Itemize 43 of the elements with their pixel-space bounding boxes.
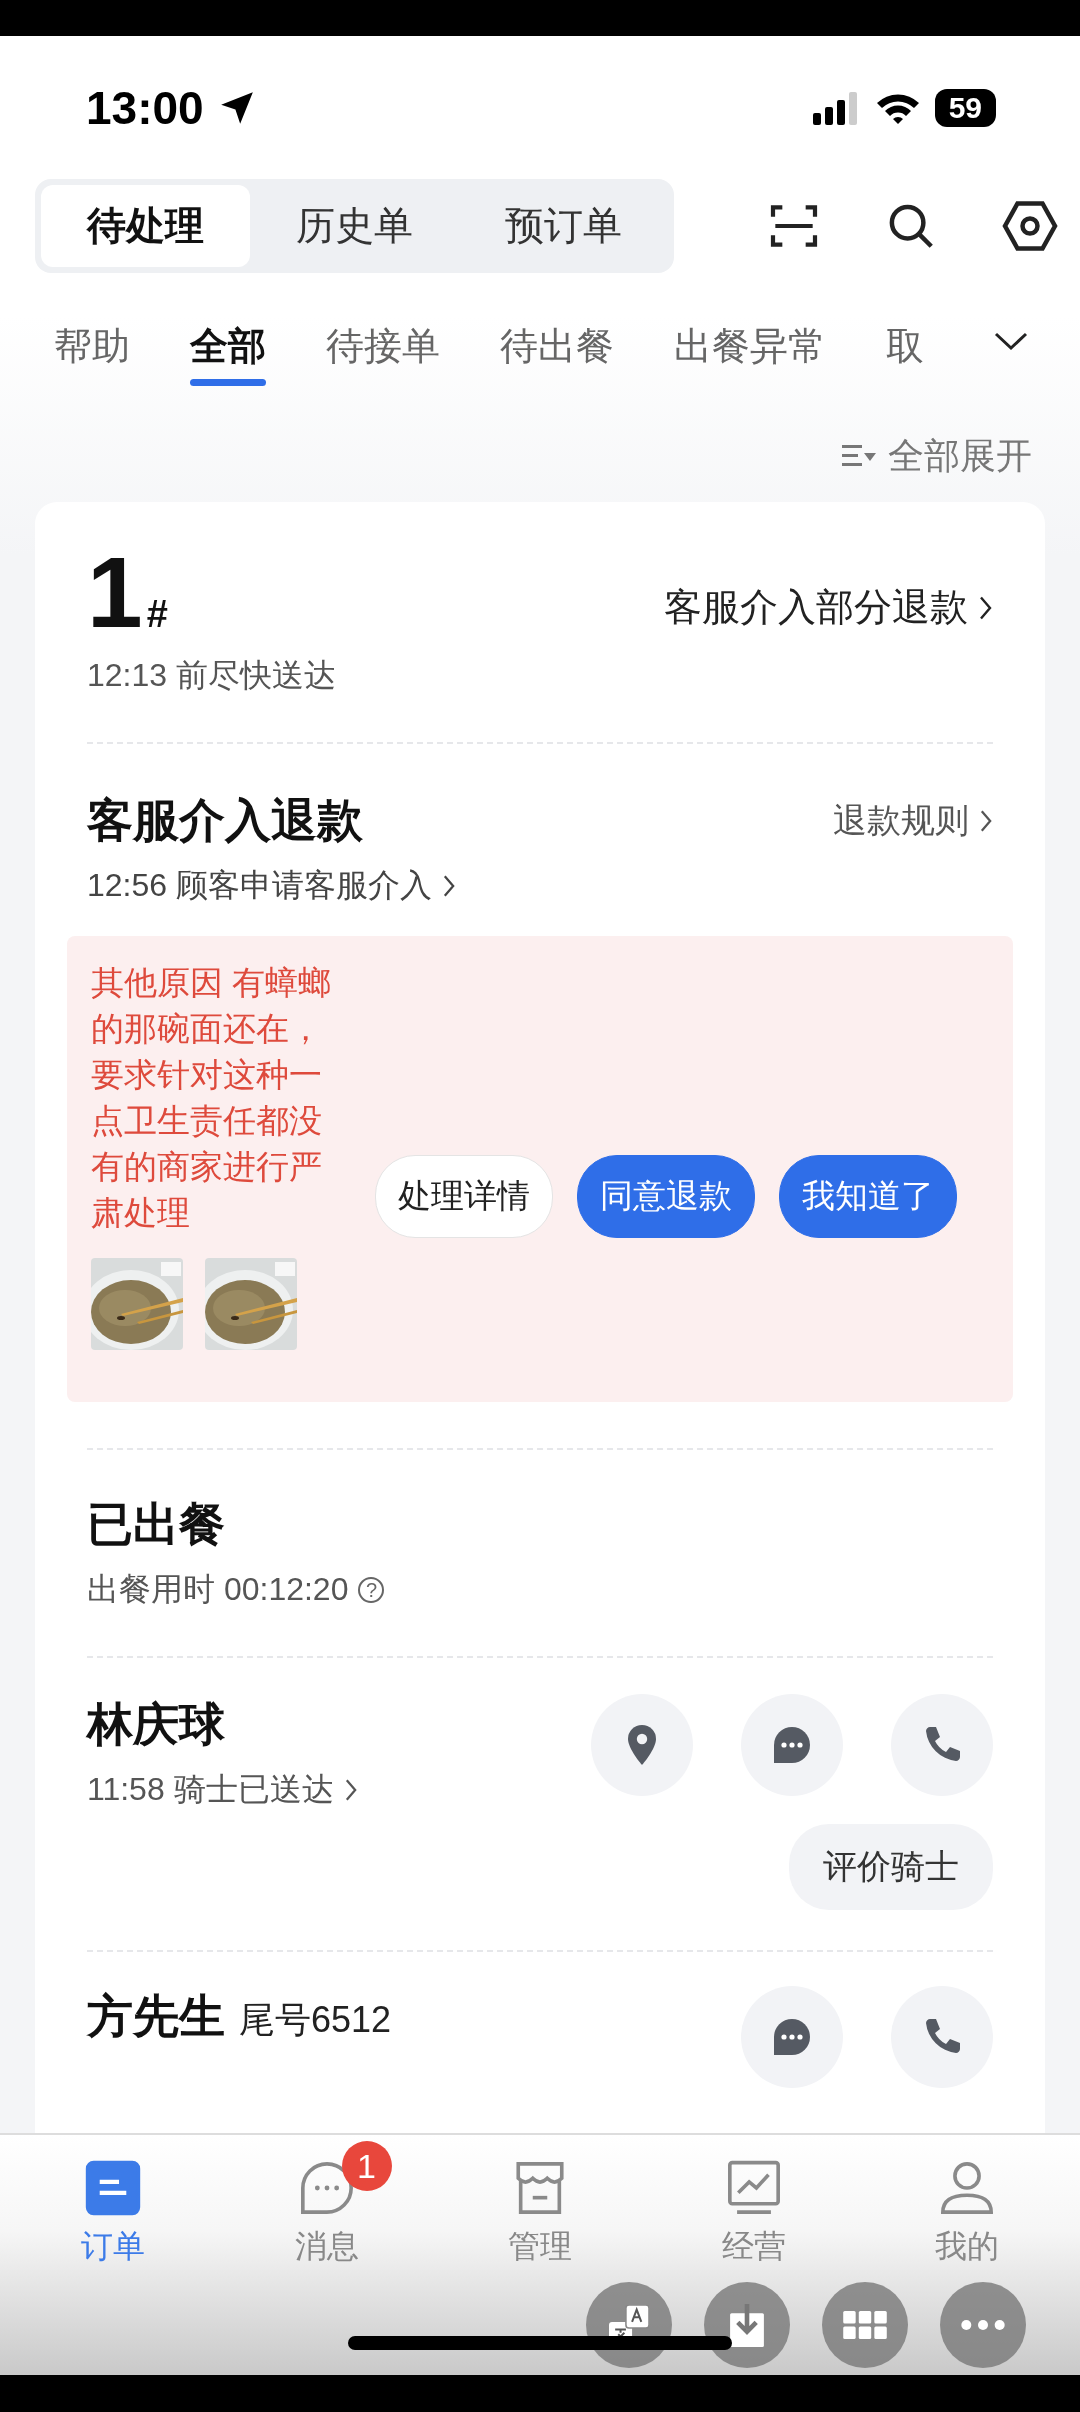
refund-request-link[interactable]: 12:56 顾客申请客服介入 <box>87 864 432 908</box>
section-title: 客服介入退款 <box>87 793 363 848</box>
nav-tab[interactable]: 经营 <box>698 2145 809 2273</box>
refund-reason: 其他原因 有蟑螂的那碗面还在，要求针对这种一点卫生责任都没有的商家进行严肃处理 <box>91 963 333 1233</box>
clock: 13:00 <box>86 81 204 135</box>
customer-name: 方先生 <box>87 1989 225 2044</box>
filter-tab[interactable]: 待接单 <box>326 290 440 392</box>
refund-rules-link[interactable]: 退款规则 <box>833 798 969 844</box>
filter-tab[interactable]: 取 <box>886 290 924 392</box>
section-title: 已出餐 <box>87 1497 226 1552</box>
filter-tab[interactable]: 待出餐 <box>500 290 614 392</box>
person-icon <box>938 2159 996 2217</box>
unread-badge: 1 <box>341 2141 392 2191</box>
list-expand-icon <box>842 443 876 469</box>
grid-icon <box>843 2311 887 2339</box>
rider-name: 林庆球 <box>87 1697 226 1752</box>
filter-tab[interactable]: 帮助 <box>54 290 130 392</box>
meal-prep-time: 出餐用时 00:12:20 <box>87 1570 349 1609</box>
segment-tab[interactable]: 历史单 <box>250 185 459 267</box>
action-button[interactable]: 我知道了 <box>779 1155 957 1238</box>
expand-all-link[interactable]: 全部展开 <box>888 431 1032 481</box>
delivery-deadline: 12:13 前尽快送达 <box>87 656 336 695</box>
download-icon <box>730 2303 764 2347</box>
order-number-sign: # <box>146 593 168 636</box>
filter-tab[interactable]: 出餐异常 <box>674 290 826 392</box>
nav-tab[interactable]: 管理 <box>485 2145 595 2273</box>
details-button[interactable]: 处理详情 <box>375 1155 553 1238</box>
filter-tab[interactable]: 全部 <box>190 290 266 392</box>
chevron-down-icon[interactable] <box>994 331 1028 351</box>
order-status-link[interactable]: 客服介入部分退款 <box>664 582 968 633</box>
battery-indicator: 59 <box>934 89 996 127</box>
order-number: 1 <box>87 542 143 642</box>
rate-rider-button[interactable]: 评价骑士 <box>789 1824 993 1910</box>
more-icon <box>961 2320 1005 2330</box>
nav-tab[interactable]: 订单 <box>58 2145 168 2273</box>
segment-tab[interactable]: 预订单 <box>459 185 668 267</box>
help-icon[interactable]: ? <box>358 1577 385 1603</box>
rider-status-link[interactable]: 11:58 骑士已送达 <box>87 1768 334 1812</box>
segment-tab[interactable]: 待处理 <box>41 185 250 267</box>
action-button[interactable]: 同意退款 <box>577 1155 755 1238</box>
phone-tail: 尾号6512 <box>239 1998 392 2042</box>
nav-tab[interactable]: 我的 <box>912 2145 1022 2273</box>
document-icon <box>84 2159 142 2217</box>
